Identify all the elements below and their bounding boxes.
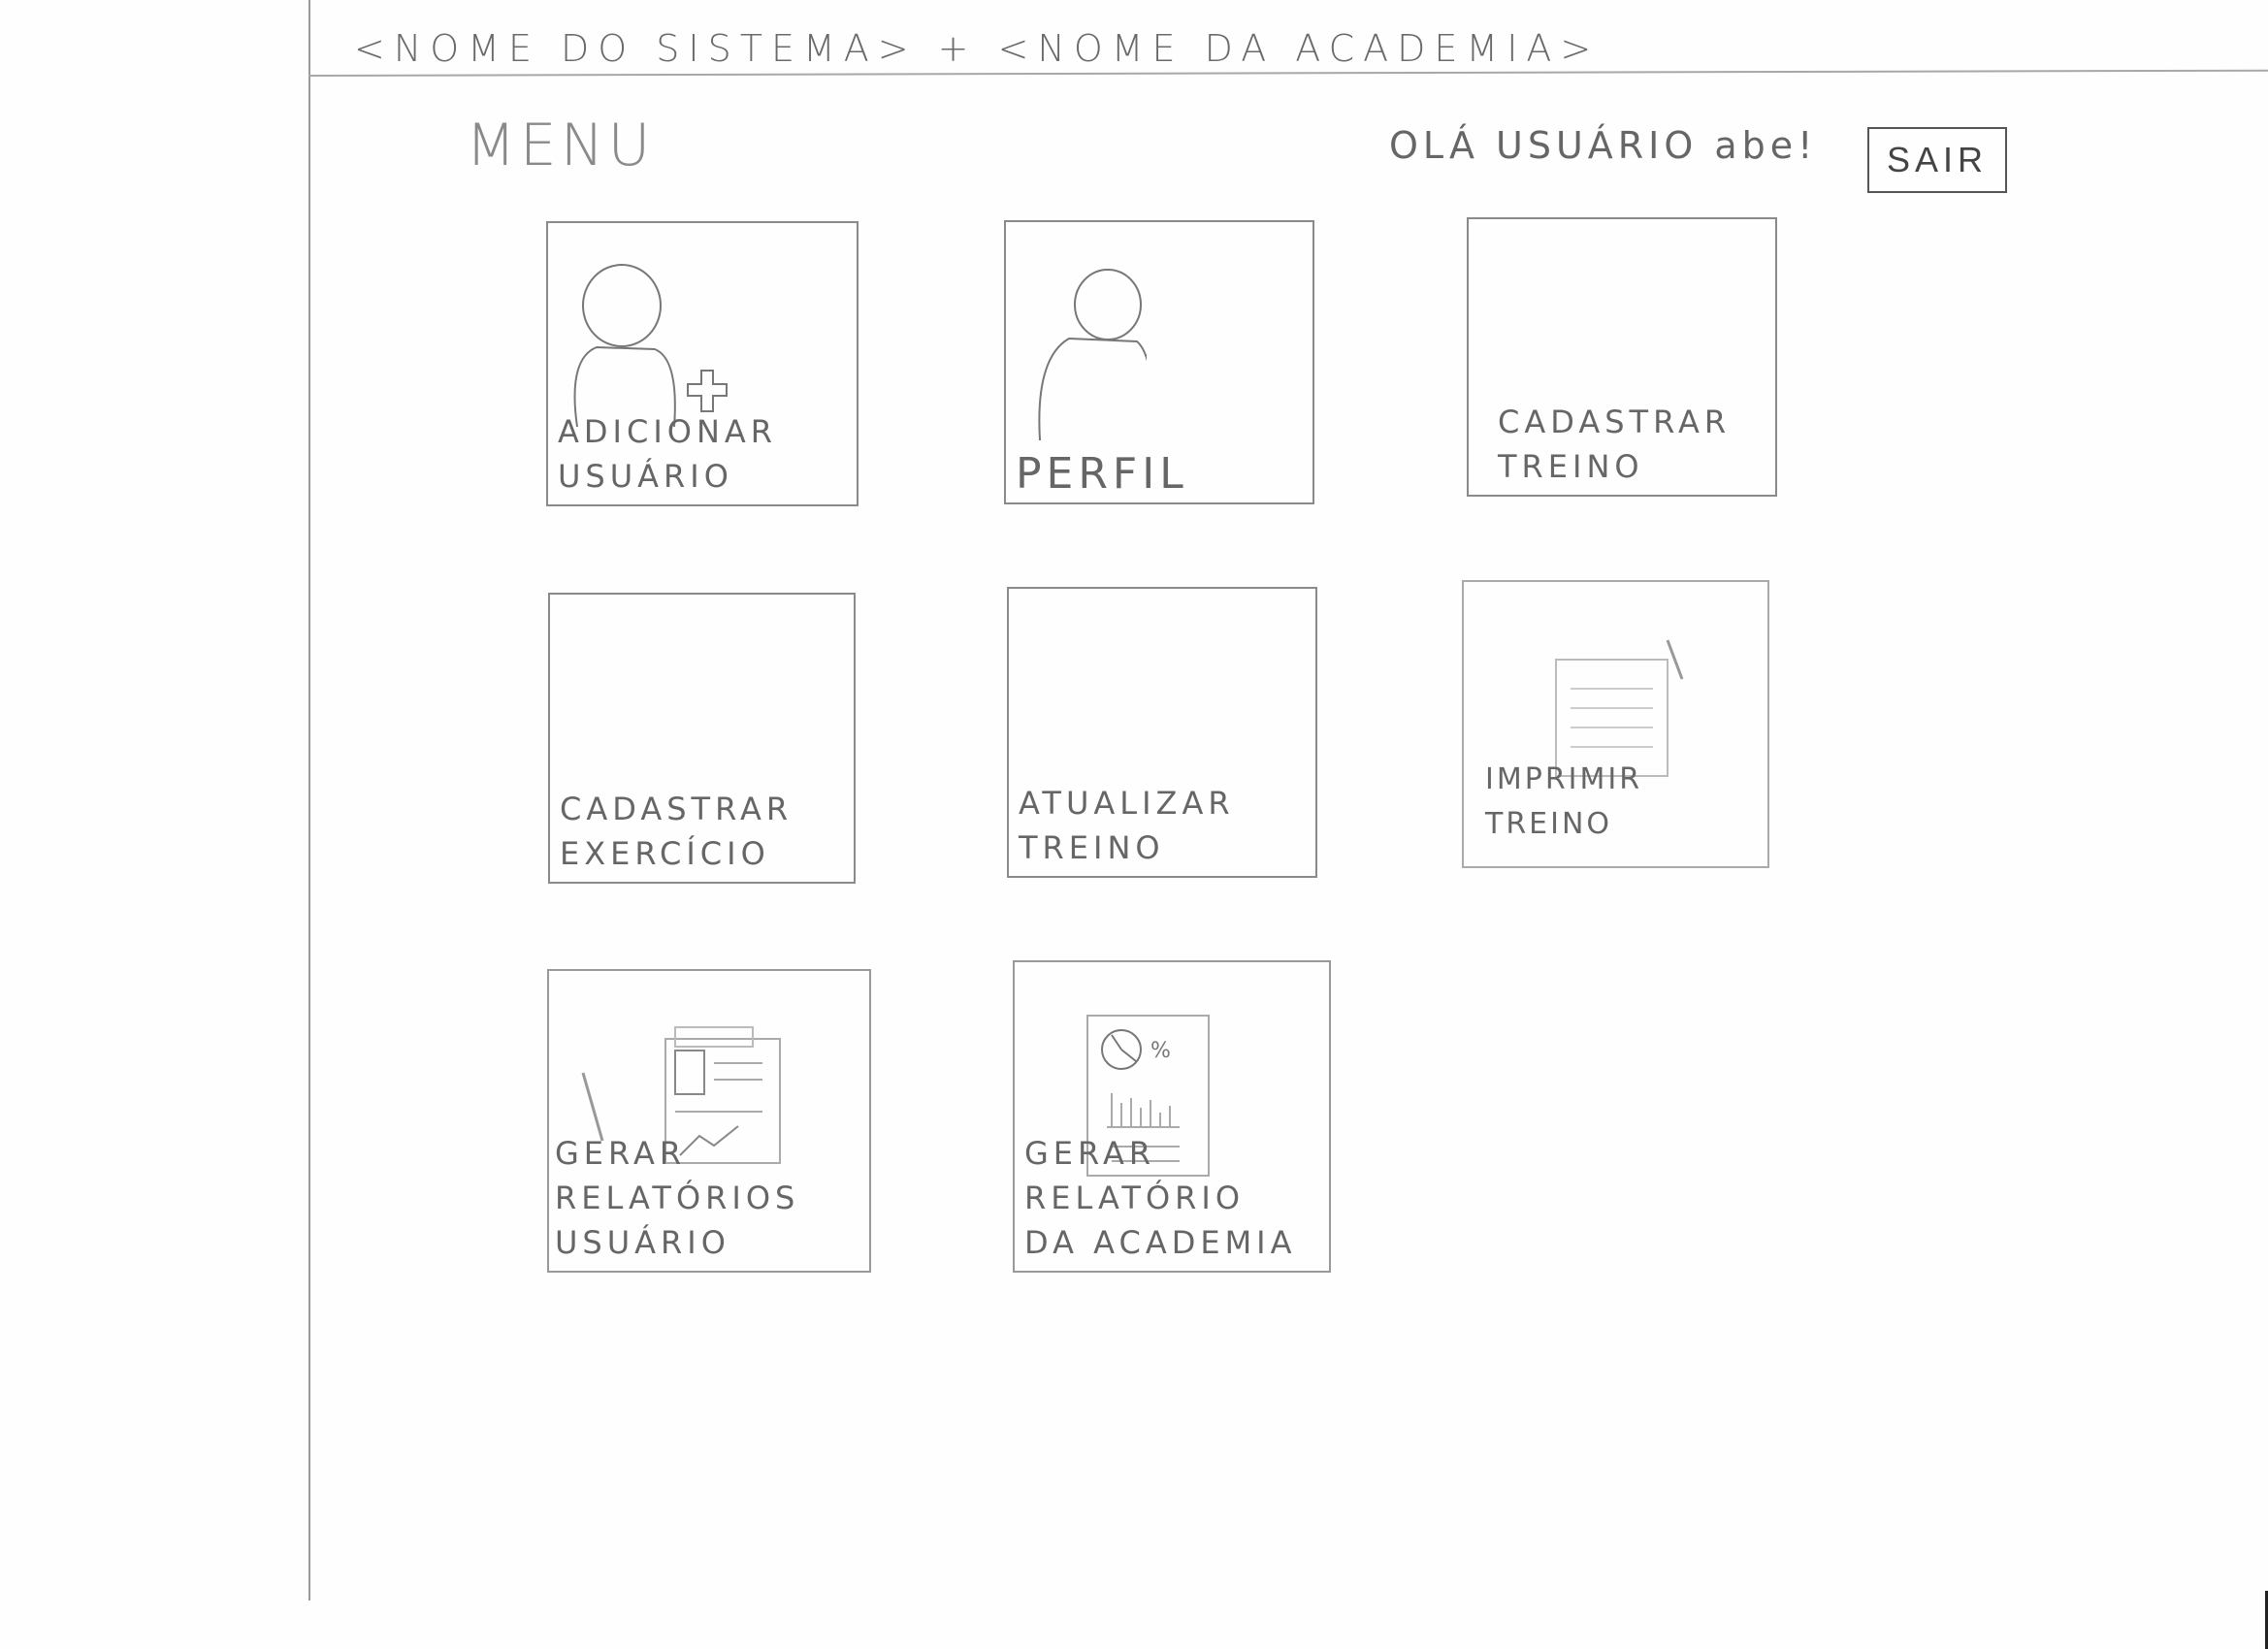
card-label: PERFIL	[1016, 449, 1188, 499]
card-label: GERAR RELATÓRIO DA ACADEMIA	[1024, 1135, 1297, 1261]
add-user-card[interactable]: ADICIONAR USUÁRIO	[546, 221, 859, 506]
card-label: IMPRIMIR TREINO	[1485, 762, 1643, 841]
sidebar-divider	[308, 0, 310, 1600]
card-label: CADASTRAR TREINO	[1498, 404, 1732, 485]
user-icon	[1038, 269, 1147, 440]
user-greeting: OLÁ USUÁRIO abe!	[1389, 124, 1818, 167]
page-title: MENU	[466, 112, 655, 179]
update-workout-card[interactable]: ATUALIZAR TREINO	[1007, 587, 1317, 878]
svg-text:%: %	[1150, 1039, 1171, 1063]
register-exercise-card[interactable]: CADASTRAR EXERCÍCIO	[548, 593, 856, 884]
gym-report-card[interactable]: % GERAR RELATÓRIO DA ACADEMIA	[1013, 960, 1331, 1273]
card-label: ATUALIZAR TREINO	[1019, 785, 1235, 866]
header-divider	[308, 69, 2268, 77]
card-label: GERAR RELATÓRIOS USUÁRIO	[555, 1135, 800, 1261]
user-reports-card[interactable]: GERAR RELATÓRIOS USUÁRIO	[547, 969, 871, 1273]
card-label: CADASTRAR EXERCÍCIO	[560, 791, 794, 872]
user-add-icon	[573, 264, 728, 427]
register-workout-card[interactable]: CADASTRAR TREINO	[1467, 217, 1777, 497]
card-label: ADICIONAR USUÁRIO	[558, 413, 777, 495]
print-workout-card[interactable]: IMPRIMIR TREINO	[1462, 580, 1769, 868]
logout-button[interactable]: SAIR	[1867, 127, 2007, 193]
app-title: <NOME DO SISTEMA> + <NOME DA ACADEMIA>	[354, 27, 1601, 70]
profile-card[interactable]: PERFIL	[1004, 220, 1314, 504]
